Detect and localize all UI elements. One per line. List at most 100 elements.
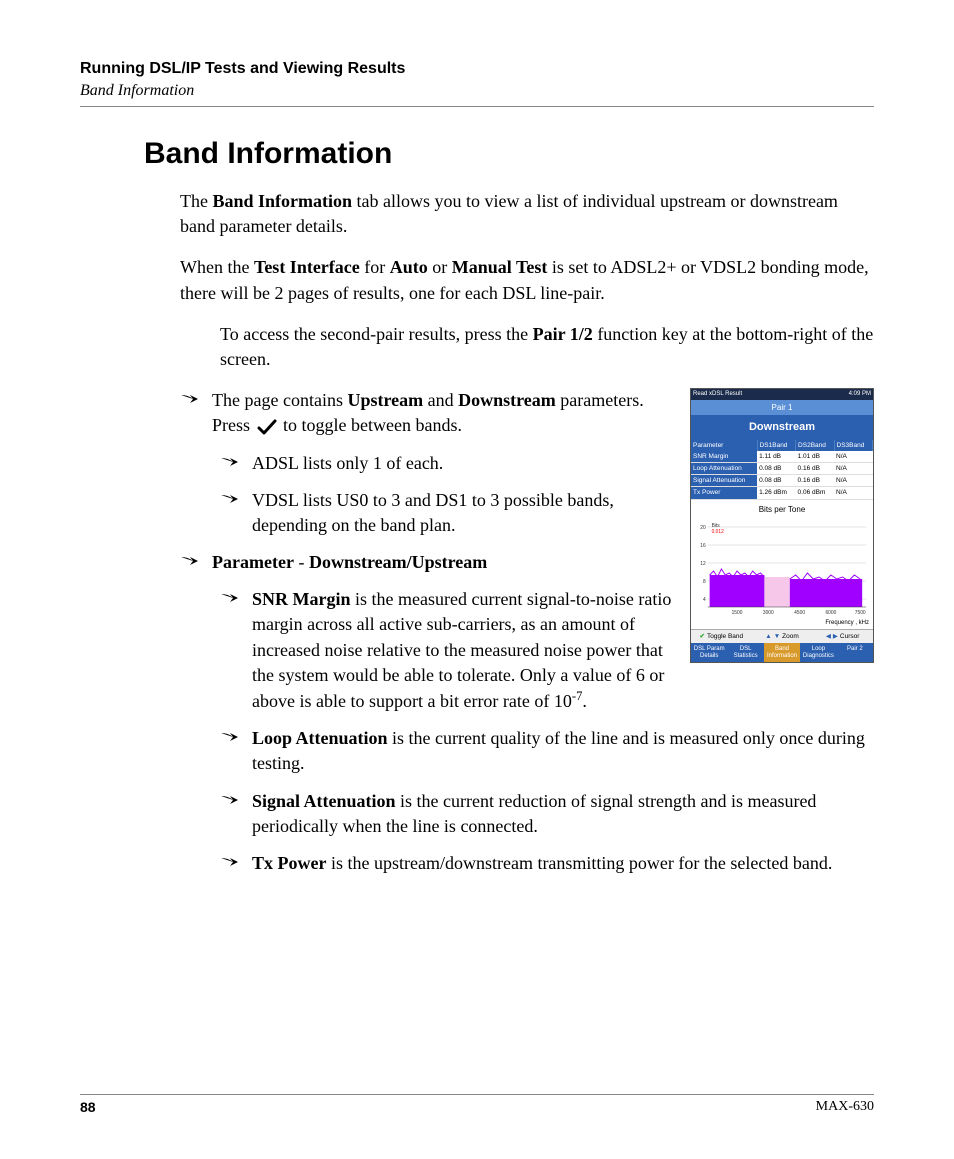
th-ds2: DS2Band bbox=[796, 440, 834, 451]
text: is the upstream/downstream transmitting … bbox=[326, 853, 832, 873]
term-upstream: Upstream bbox=[347, 390, 423, 410]
footer-rule bbox=[80, 1094, 874, 1095]
fig-status-time: 4:09 PM bbox=[849, 390, 871, 398]
svg-text:6000: 6000 bbox=[825, 610, 836, 616]
bullet-vdsl-lists: VDSL lists US0 to 3 and DS1 to 3 possibl… bbox=[220, 488, 676, 538]
text: for bbox=[360, 257, 390, 277]
text: . bbox=[582, 691, 587, 711]
th-parameter: Parameter bbox=[691, 440, 757, 451]
header-rule bbox=[80, 106, 874, 107]
bullet-snr-margin: SNR Margin is the measured current signa… bbox=[220, 587, 676, 714]
model-label: MAX-630 bbox=[816, 1099, 874, 1115]
fig-direction-label: Downstream bbox=[691, 415, 873, 440]
term-downstream: Downstream bbox=[458, 390, 556, 410]
svg-text:12: 12 bbox=[700, 561, 706, 567]
fig-status-title: Read xDSL Result bbox=[693, 390, 742, 398]
superscript: -7 bbox=[572, 689, 583, 703]
arrow-icon bbox=[220, 730, 240, 744]
text: or bbox=[428, 257, 452, 277]
tab-dsl-statistics: DSL Statistics bbox=[727, 643, 763, 662]
arrow-icon bbox=[180, 392, 200, 406]
term-test-interface: Test Interface bbox=[254, 257, 360, 277]
table-header-row: Parameter DS1Band DS2Band DS3Band bbox=[691, 440, 873, 451]
fig-chart-title: Bits per Tone bbox=[691, 500, 873, 517]
text: to toggle between bands. bbox=[279, 415, 462, 435]
arrow-icon bbox=[220, 591, 240, 605]
term-signal-attenuation: Signal Attenuation bbox=[252, 791, 396, 811]
softkey-toggle-band: ✔Toggle Band bbox=[691, 630, 752, 643]
cell: N/A bbox=[834, 487, 873, 499]
softkey-zoom: ▲▼Zoom bbox=[752, 630, 813, 643]
check-icon: ✔ bbox=[700, 632, 705, 641]
cell: Loop Attenuation bbox=[691, 463, 757, 475]
svg-text:4: 4 bbox=[703, 597, 706, 603]
paragraph-1: The Band Information tab allows you to v… bbox=[180, 189, 874, 239]
table-row: Tx Power1.26 dBm0.06 dBmN/A bbox=[691, 487, 873, 499]
term-loop-attenuation: Loop Attenuation bbox=[252, 728, 388, 748]
bullet-tx-power: Tx Power is the upstream/downstream tran… bbox=[220, 851, 874, 876]
text: When the bbox=[180, 257, 254, 277]
bullet-page-contains: The page contains Upstream and Downstrea… bbox=[180, 388, 676, 438]
th-ds1: DS1Band bbox=[757, 440, 795, 451]
term-snr-margin: SNR Margin bbox=[252, 589, 351, 609]
fig-status-bar: Read xDSL Result 4:09 PM bbox=[691, 389, 873, 399]
softkey-label: Zoom bbox=[782, 632, 799, 641]
term-manual-test: Manual Test bbox=[452, 257, 548, 277]
cell: 1.26 dBm bbox=[757, 487, 795, 499]
fig-pair-label: Pair 1 bbox=[691, 400, 873, 415]
cell: N/A bbox=[834, 475, 873, 487]
tab-dsl-param-details: DSL Param Details bbox=[691, 643, 727, 662]
arrow-icon bbox=[220, 793, 240, 807]
arrow-up-icon: ▲ bbox=[765, 632, 771, 641]
arrow-down-icon: ▼ bbox=[774, 632, 780, 641]
cell: 0.08 dB bbox=[757, 475, 795, 487]
paragraph-3: To access the second-pair results, press… bbox=[220, 322, 874, 372]
text: The page contains bbox=[212, 390, 347, 410]
arrow-icon bbox=[220, 855, 240, 869]
text: ADSL lists only 1 of each. bbox=[252, 451, 676, 476]
svg-text:0.012: 0.012 bbox=[712, 529, 724, 535]
fig-parameter-table: Parameter DS1Band DS2Band DS3Band SNR Ma… bbox=[691, 440, 873, 499]
svg-text:16: 16 bbox=[700, 543, 706, 549]
bullet-loop-attenuation: Loop Attenuation is the current quality … bbox=[220, 726, 874, 776]
cell: 0.08 dB bbox=[757, 463, 795, 475]
term-downstream-upstream: Downstream/Upstream bbox=[309, 552, 487, 572]
svg-text:7500: 7500 bbox=[855, 610, 866, 616]
softkey-label: Toggle Band bbox=[707, 632, 743, 641]
cell: N/A bbox=[834, 463, 873, 475]
cell: 0.16 dB bbox=[796, 463, 834, 475]
cell: Signal Attenuation bbox=[691, 475, 757, 487]
term-auto: Auto bbox=[390, 257, 428, 277]
cell: 1.11 dB bbox=[757, 451, 795, 463]
cell: N/A bbox=[834, 451, 873, 463]
svg-text:3000: 3000 bbox=[763, 610, 774, 616]
svg-text:8: 8 bbox=[703, 579, 706, 585]
svg-text:1500: 1500 bbox=[732, 610, 743, 616]
term-parameter: Parameter bbox=[212, 552, 294, 572]
text: - bbox=[294, 552, 309, 572]
table-row: SNR Margin1.11 dB1.01 dBN/A bbox=[691, 451, 873, 463]
text: To access the second-pair results, press… bbox=[220, 324, 533, 344]
fig-chart: 20 16 12 8 4 Bits 0.012 bbox=[694, 517, 870, 617]
term-band-information: Band Information bbox=[212, 191, 352, 211]
page-number: 88 bbox=[80, 1099, 96, 1115]
cell: SNR Margin bbox=[691, 451, 757, 463]
arrow-left-icon: ◀ bbox=[826, 632, 831, 641]
term-tx-power: Tx Power bbox=[252, 853, 326, 873]
device-screenshot-figure: Read xDSL Result 4:09 PM Pair 1 Downstre… bbox=[690, 388, 874, 663]
arrow-icon bbox=[220, 455, 240, 469]
term-pair-1-2: Pair 1/2 bbox=[533, 324, 593, 344]
softkey-cursor: ◀▶Cursor bbox=[812, 630, 873, 643]
arrow-right-icon: ▶ bbox=[833, 632, 838, 641]
svg-text:4500: 4500 bbox=[794, 610, 805, 616]
svg-text:20: 20 bbox=[700, 525, 706, 531]
fig-tab-row: DSL Param Details DSL Statistics Band In… bbox=[691, 643, 873, 662]
cell: 1.01 dB bbox=[796, 451, 834, 463]
bullet-signal-attenuation: Signal Attenuation is the current reduct… bbox=[220, 789, 874, 839]
check-key-icon bbox=[257, 419, 277, 435]
cell: 0.06 dBm bbox=[796, 487, 834, 499]
fig-xlabel: Frequency , kHz bbox=[691, 619, 873, 627]
table-row: Loop Attenuation0.08 dB0.16 dBN/A bbox=[691, 463, 873, 475]
bullet-parameter-header: Parameter - Downstream/Upstream bbox=[180, 550, 676, 575]
cell: Tx Power bbox=[691, 487, 757, 499]
